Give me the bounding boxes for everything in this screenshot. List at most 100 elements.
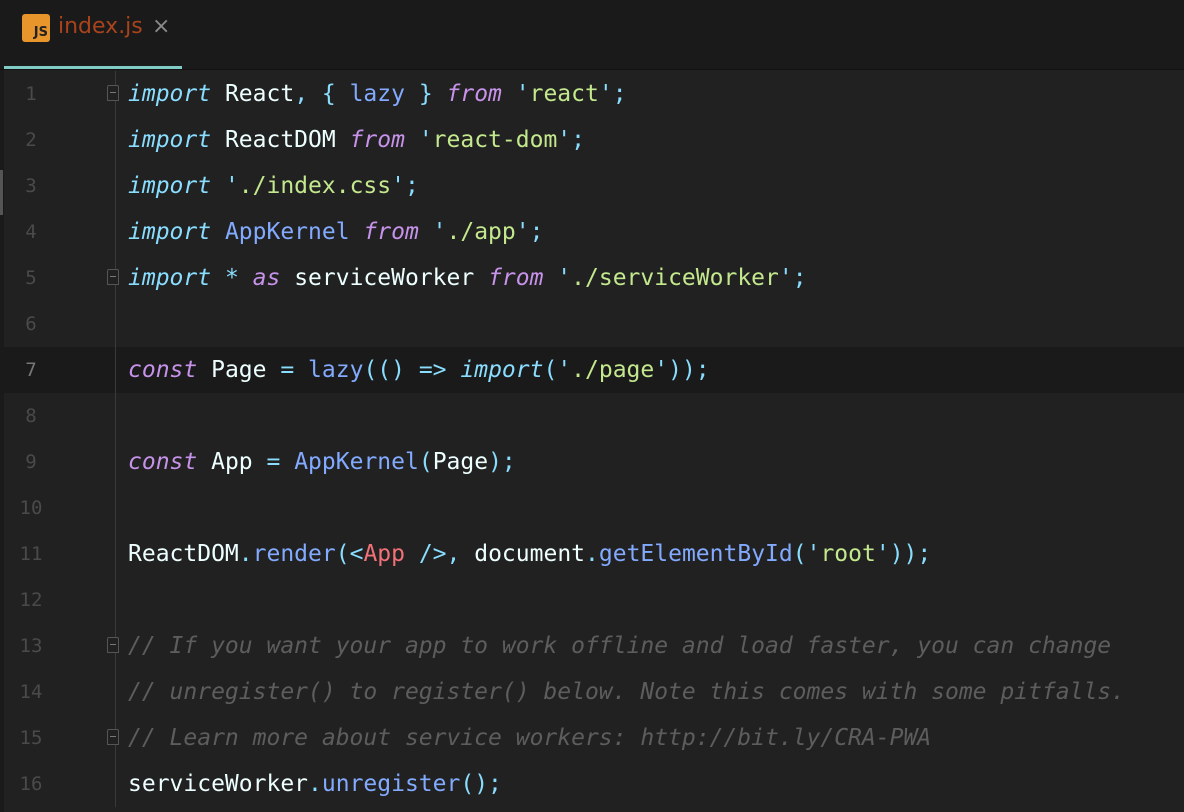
code-token: '; bbox=[515, 219, 544, 245]
code-token: (); bbox=[460, 771, 502, 797]
code-token: * bbox=[211, 265, 253, 291]
code-line[interactable]: 3 import './index.css'; bbox=[0, 163, 1184, 209]
fold-icon[interactable] bbox=[107, 269, 119, 285]
code-token: from bbox=[349, 127, 405, 153]
line-number: 1 bbox=[25, 83, 37, 105]
indent-guide bbox=[115, 669, 116, 715]
line-number: 14 bbox=[19, 681, 43, 703]
code-token: lazy bbox=[308, 357, 364, 383]
code-line[interactable]: 10 bbox=[0, 485, 1184, 531]
close-icon[interactable]: × bbox=[152, 14, 170, 39]
code-token: lazy bbox=[349, 81, 405, 107]
code-line[interactable]: 13 // If you want your app to work offlin… bbox=[0, 623, 1184, 669]
line-number: 8 bbox=[25, 405, 37, 427]
code-token: import bbox=[128, 265, 212, 291]
code-line[interactable]: 9 const App = AppKernel(Page); bbox=[0, 439, 1184, 485]
line-number: 15 bbox=[19, 727, 43, 749]
indent-guide bbox=[115, 117, 116, 163]
code-token: const bbox=[128, 357, 198, 383]
code-token: import bbox=[128, 127, 212, 153]
indent-guide bbox=[115, 531, 116, 577]
code-token: import bbox=[128, 81, 212, 107]
code-token: from bbox=[363, 219, 419, 245]
code-line[interactable]: 2 import ReactDOM from 'react-dom'; bbox=[0, 117, 1184, 163]
code-token: = bbox=[266, 449, 295, 475]
code-token: serviceWorker bbox=[128, 771, 309, 797]
code-token: import bbox=[128, 219, 212, 245]
code-line[interactable]: 1 import React, { lazy } from 'react'; bbox=[0, 71, 1184, 117]
code-token: (< bbox=[335, 541, 364, 567]
tab-index-js[interactable]: JS index.js × bbox=[4, 0, 182, 69]
line-number: 2 bbox=[25, 129, 37, 151]
code-line[interactable]: 16 serviceWorker.unregister(); bbox=[0, 761, 1184, 807]
code-line[interactable]: 5 import * as serviceWorker from './servi… bbox=[0, 255, 1184, 301]
code-token: import bbox=[460, 357, 544, 383]
tab-label: index.js bbox=[58, 14, 143, 39]
code-token: ); bbox=[488, 449, 516, 475]
code-token: } bbox=[404, 81, 447, 107]
code-token: as bbox=[252, 265, 281, 291]
code-token: // unregister() to register() below. Not… bbox=[128, 679, 1125, 705]
code-token: ( bbox=[418, 449, 433, 475]
fold-icon[interactable] bbox=[107, 729, 119, 745]
code-token: ./page bbox=[571, 357, 655, 383]
code-line[interactable]: 4 import AppKernel from './app'; bbox=[0, 209, 1184, 255]
code-token: , { bbox=[294, 81, 350, 107]
code-token: unregister bbox=[321, 771, 461, 797]
code-token: (' bbox=[543, 357, 572, 383]
code-token: serviceWorker bbox=[280, 265, 489, 291]
code-text: const Page = lazy(() => import('./page')… bbox=[128, 347, 710, 393]
code-line[interactable]: 15 // Learn more about service workers: h… bbox=[0, 715, 1184, 761]
code-text: import * as serviceWorker from './servic… bbox=[128, 255, 807, 301]
code-line[interactable]: 7 const Page = lazy(() => import('./page'… bbox=[0, 347, 1184, 393]
code-line[interactable]: 8 bbox=[0, 393, 1184, 439]
indent-guide bbox=[115, 393, 116, 439]
code-token: App bbox=[197, 449, 267, 475]
line-number: 5 bbox=[25, 267, 37, 289]
line-number: 6 bbox=[25, 313, 37, 335]
indent-guide bbox=[115, 761, 116, 807]
line-number: 3 bbox=[25, 175, 37, 197]
indent-guide bbox=[115, 439, 116, 485]
code-text: // If you want your app to work offline … bbox=[128, 623, 1111, 669]
code-text: serviceWorker.unregister(); bbox=[128, 761, 502, 807]
code-token: Page bbox=[432, 449, 489, 475]
code-token: '; bbox=[557, 127, 585, 153]
fold-icon[interactable] bbox=[107, 637, 119, 653]
code-line[interactable]: 12 bbox=[0, 577, 1184, 623]
code-token: const bbox=[128, 449, 198, 475]
code-token: ReactDOM bbox=[128, 541, 239, 567]
code-token: ' bbox=[501, 81, 530, 107]
indent-guide bbox=[115, 485, 116, 531]
code-token: ' bbox=[543, 265, 572, 291]
code-token: getElementById bbox=[598, 541, 793, 567]
indent-guide bbox=[115, 163, 116, 209]
code-token: from bbox=[488, 265, 544, 291]
code-line[interactable]: 11 ReactDOM.render(<App />, document.getE… bbox=[0, 531, 1184, 577]
code-token: ')); bbox=[875, 541, 932, 567]
line-number: 4 bbox=[25, 221, 37, 243]
code-line[interactable]: 6 bbox=[0, 301, 1184, 347]
fold-icon[interactable] bbox=[107, 85, 119, 101]
code-text: // unregister() to register() below. Not… bbox=[128, 669, 1125, 715]
code-token: (() => bbox=[363, 357, 461, 383]
code-line[interactable]: 14 // unregister() to register() below. N… bbox=[0, 669, 1184, 715]
code-token: '; bbox=[598, 81, 627, 107]
code-token: ' bbox=[211, 173, 239, 199]
code-text: import './index.css'; bbox=[128, 163, 419, 209]
line-number: 11 bbox=[19, 543, 43, 565]
code-token: React bbox=[211, 81, 295, 107]
code-token: AppKernel bbox=[211, 219, 364, 245]
active-tab-indicator bbox=[4, 66, 182, 69]
code-token: react-dom bbox=[432, 127, 558, 153]
indent-guide bbox=[115, 577, 116, 623]
code-token: ')); bbox=[654, 357, 710, 383]
code-token: import bbox=[128, 173, 212, 199]
indent-guide bbox=[115, 301, 116, 347]
code-token: ' bbox=[418, 219, 447, 245]
code-editor[interactable]: 1 import React, { lazy } from 'react'; 2 im… bbox=[0, 71, 1184, 807]
code-token: />, bbox=[404, 541, 475, 567]
line-number: 16 bbox=[19, 773, 43, 795]
code-token: ' bbox=[404, 127, 433, 153]
code-token: root bbox=[820, 541, 876, 567]
